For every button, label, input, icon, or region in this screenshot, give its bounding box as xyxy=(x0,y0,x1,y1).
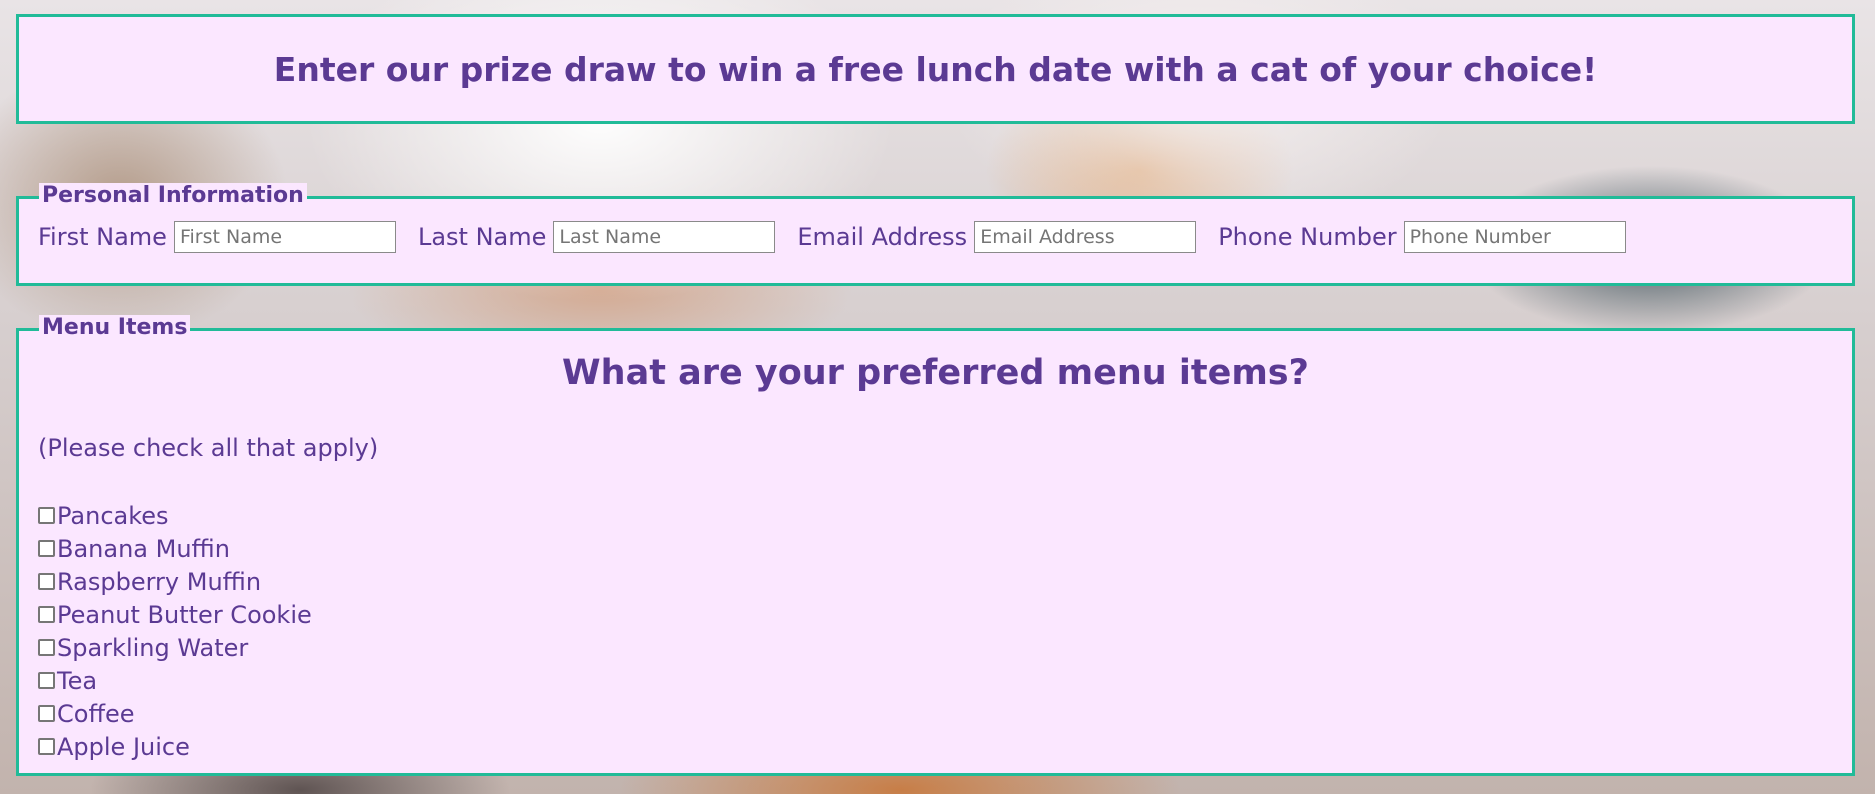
pancakes-label[interactable]: Pancakes xyxy=(57,502,169,530)
menu-option-sparkling-water: Sparkling Water xyxy=(38,631,312,664)
first-name-group: First Name xyxy=(38,221,396,253)
peanut-butter-cookie-checkbox[interactable] xyxy=(38,606,55,623)
email-address-group: Email Address xyxy=(797,221,1197,253)
phone-number-label: Phone Number xyxy=(1218,223,1397,251)
coffee-checkbox[interactable] xyxy=(38,705,55,722)
personal-information-legend: Personal Information xyxy=(39,183,307,209)
prize-draw-banner: Enter our prize draw to win a free lunch… xyxy=(16,14,1855,124)
menu-items-fieldset: Menu Items What are your preferred menu … xyxy=(16,315,1855,776)
page-title: Enter our prize draw to win a free lunch… xyxy=(273,49,1598,89)
banana-muffin-checkbox[interactable] xyxy=(38,540,55,557)
phone-number-group: Phone Number xyxy=(1218,221,1626,253)
first-name-label: First Name xyxy=(38,223,167,251)
apple-juice-label[interactable]: Apple Juice xyxy=(57,733,190,761)
email-address-input[interactable] xyxy=(974,221,1197,253)
last-name-input[interactable] xyxy=(553,221,776,253)
personal-information-fieldset: Personal Information First Name Last Nam… xyxy=(16,183,1855,286)
tea-label[interactable]: Tea xyxy=(57,667,97,695)
check-all-hint: (Please check all that apply) xyxy=(38,434,379,462)
last-name-group: Last Name xyxy=(417,221,776,253)
menu-option-banana-muffin: Banana Muffin xyxy=(38,532,312,565)
phone-number-input[interactable] xyxy=(1403,221,1626,253)
raspberry-muffin-checkbox[interactable] xyxy=(38,573,55,590)
first-name-input[interactable] xyxy=(173,221,396,253)
menu-option-tea: Tea xyxy=(38,664,312,697)
coffee-label[interactable]: Coffee xyxy=(57,700,135,728)
sparkling-water-label[interactable]: Sparkling Water xyxy=(57,634,248,662)
menu-option-raspberry-muffin: Raspberry Muffin xyxy=(38,565,312,598)
menu-options-list: Pancakes Banana Muffin Raspberry Muffin … xyxy=(38,499,312,763)
apple-juice-checkbox[interactable] xyxy=(38,738,55,755)
menu-option-pancakes: Pancakes xyxy=(38,499,312,532)
pancakes-checkbox[interactable] xyxy=(38,507,55,524)
email-address-label: Email Address xyxy=(797,223,968,251)
personal-fields-row: First Name Last Name Email Address Phone… xyxy=(38,221,1648,253)
peanut-butter-cookie-label[interactable]: Peanut Butter Cookie xyxy=(57,601,312,629)
menu-items-legend: Menu Items xyxy=(39,315,191,341)
menu-option-apple-juice: Apple Juice xyxy=(38,730,312,763)
menu-heading: What are your preferred menu items? xyxy=(562,353,1309,393)
raspberry-muffin-label[interactable]: Raspberry Muffin xyxy=(57,568,261,596)
menu-option-peanut-butter-cookie: Peanut Butter Cookie xyxy=(38,598,312,631)
menu-option-coffee: Coffee xyxy=(38,697,312,730)
tea-checkbox[interactable] xyxy=(38,672,55,689)
sparkling-water-checkbox[interactable] xyxy=(38,639,55,656)
banana-muffin-label[interactable]: Banana Muffin xyxy=(57,535,230,563)
last-name-label: Last Name xyxy=(417,223,547,251)
